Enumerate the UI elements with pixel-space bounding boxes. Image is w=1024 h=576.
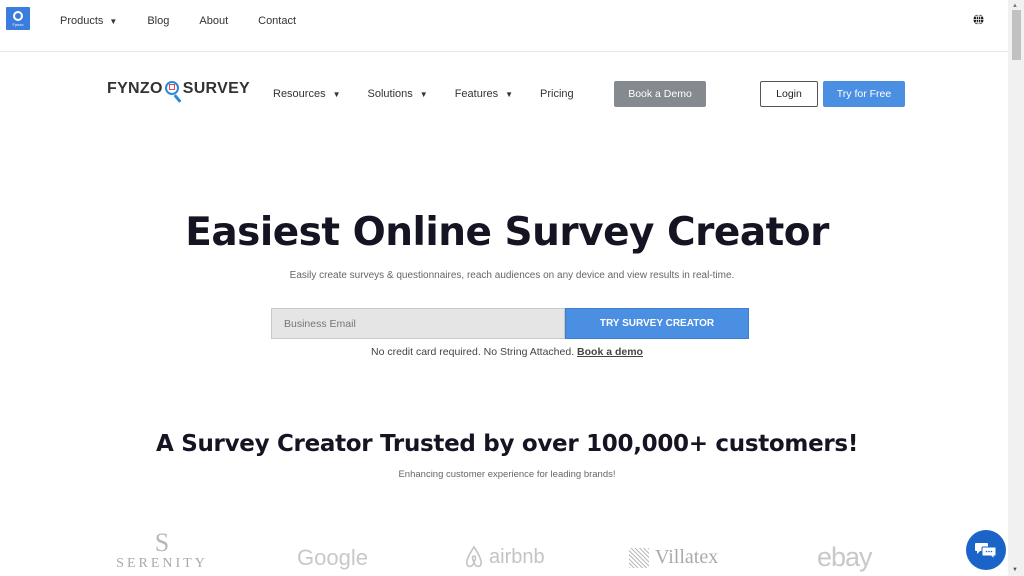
- villatex-text: Villatex: [655, 546, 719, 568]
- fynzo-logo-text: Fynzo: [12, 21, 24, 27]
- top-nav-about[interactable]: About: [199, 15, 228, 27]
- scrollbar-thumb[interactable]: [1012, 10, 1021, 60]
- no-credit-card-text: No credit card required. No String Attac…: [371, 346, 575, 358]
- top-nav-about-label: About: [199, 15, 229, 27]
- nav-resources[interactable]: Resources ▼: [273, 88, 341, 100]
- airbnb-text: airbnb: [489, 545, 545, 568]
- top-nav-products-label: Products: [60, 15, 104, 27]
- try-survey-creator-button[interactable]: TRY SURVEY CREATOR: [565, 308, 749, 339]
- nav-features[interactable]: Features ▼: [455, 88, 513, 100]
- fynzo-logo[interactable]: Fynzo: [6, 7, 30, 30]
- top-nav-contact[interactable]: Contact: [258, 15, 296, 27]
- try-for-free-button[interactable]: Try for Free: [823, 81, 905, 107]
- book-demo-button[interactable]: Book a Demo: [614, 81, 706, 107]
- scroll-up-arrow-icon[interactable]: ▲: [1012, 3, 1018, 9]
- trust-subtitle: Enhancing customer experience for leadin…: [398, 469, 616, 480]
- brand-left-text: FYNZO: [107, 80, 163, 97]
- serenity-logo: S SERENITY: [110, 530, 214, 572]
- main-nav: Resources ▼ Solutions ▼ Features ▼ Prici…: [273, 88, 574, 100]
- login-button[interactable]: Login: [760, 81, 818, 107]
- nav-features-label: Features: [454, 88, 499, 100]
- nav-pricing[interactable]: Pricing: [540, 88, 574, 100]
- top-bar: Fynzo Products ▼ Blog About Contact: [0, 0, 1008, 52]
- ebay-logo: ebay: [817, 542, 873, 572]
- brand-right-text: SURVEY: [182, 80, 251, 97]
- chat-widget-button[interactable]: [966, 530, 1006, 570]
- serenity-text: SERENITY: [116, 556, 208, 571]
- page-scrollbar[interactable]: ▲ ▼: [1008, 0, 1024, 576]
- villatex-logo: Villatex: [629, 546, 718, 569]
- caret-down-icon: ▼: [332, 89, 341, 99]
- nav-solutions-label: Solutions: [367, 88, 413, 100]
- hero-title: Easiest Online Survey Creator: [185, 210, 829, 255]
- trust-title: A Survey Creator Trusted by over 100,000…: [155, 431, 859, 457]
- caret-down-icon: ▼: [505, 89, 514, 99]
- nav-solutions[interactable]: Solutions ▼: [368, 88, 428, 100]
- scroll-down-arrow-icon[interactable]: ▼: [1012, 567, 1018, 573]
- airbnb-logo: airbnb: [464, 545, 545, 569]
- caret-down-icon: ▼: [109, 16, 118, 26]
- caret-down-icon: ▼: [419, 89, 428, 99]
- villatex-icon: [629, 547, 649, 568]
- magnifier-check-icon: [164, 81, 182, 103]
- book-demo-link[interactable]: Book a demo: [577, 346, 643, 358]
- business-email-input[interactable]: [271, 308, 565, 339]
- google-logo: Google: [297, 545, 368, 570]
- globe-icon[interactable]: [973, 14, 984, 25]
- top-nav-products[interactable]: Products ▼: [60, 15, 117, 27]
- chat-icon: [975, 543, 997, 559]
- nav-pricing-label: Pricing: [540, 88, 574, 100]
- fynzo-survey-logo[interactable]: FYNZO SURVEY: [107, 80, 251, 103]
- nav-resources-label: Resources: [273, 88, 326, 100]
- top-nav-blog[interactable]: Blog: [147, 15, 169, 27]
- serenity-mark: S: [154, 528, 170, 557]
- no-credit-card-note: No credit card required. No String Attac…: [0, 346, 1014, 358]
- top-nav-contact-label: Contact: [258, 15, 297, 27]
- top-nav: Products ▼ Blog About Contact: [60, 15, 326, 27]
- top-nav-blog-label: Blog: [147, 15, 170, 27]
- hero-subtitle: Easily create surveys & questionnaires, …: [289, 270, 735, 281]
- airbnb-icon: [466, 545, 482, 568]
- fynzo-logo-mark-icon: [10, 8, 26, 23]
